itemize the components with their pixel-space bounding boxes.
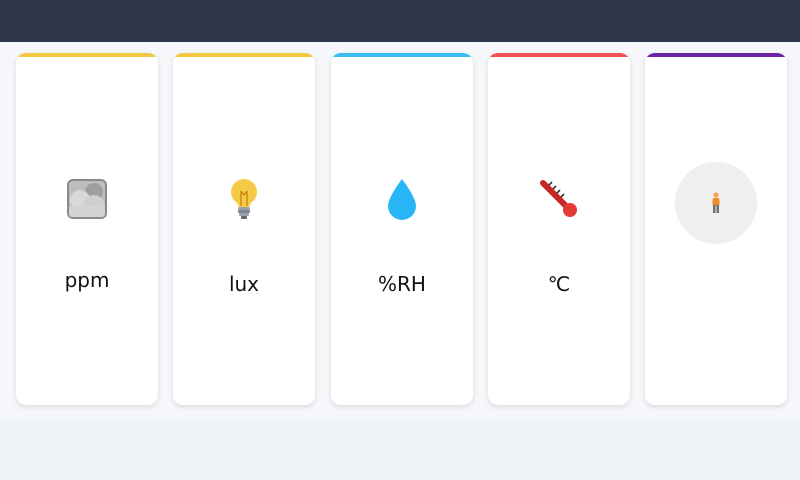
unit-label: ppm xyxy=(64,268,110,292)
presence-indicator xyxy=(675,162,757,244)
unit-label: lux xyxy=(228,272,260,296)
top-bar xyxy=(0,0,800,42)
thermometer-icon xyxy=(537,177,581,221)
unit-label: %RH xyxy=(378,272,426,296)
person-icon xyxy=(712,192,720,213)
card-accent-bar xyxy=(488,53,630,57)
card-accent-bar xyxy=(331,53,473,57)
water-drop-icon xyxy=(380,177,424,221)
card-accent-bar xyxy=(645,53,787,57)
bottom-area xyxy=(0,420,800,480)
sensor-card-ppm[interactable]: ppm xyxy=(16,53,158,405)
cloud-air-quality-icon xyxy=(65,177,109,221)
sensor-card-humidity[interactable]: %RH xyxy=(331,53,473,405)
sensor-card-temperature[interactable]: ℃ xyxy=(488,53,630,405)
card-accent-bar xyxy=(16,53,158,57)
sensor-card-lux[interactable]: lux xyxy=(173,53,315,405)
card-accent-bar xyxy=(173,53,315,57)
sensor-card-presence[interactable] xyxy=(645,53,787,405)
unit-label: ℃ xyxy=(547,272,571,296)
light-bulb-icon xyxy=(222,177,266,221)
